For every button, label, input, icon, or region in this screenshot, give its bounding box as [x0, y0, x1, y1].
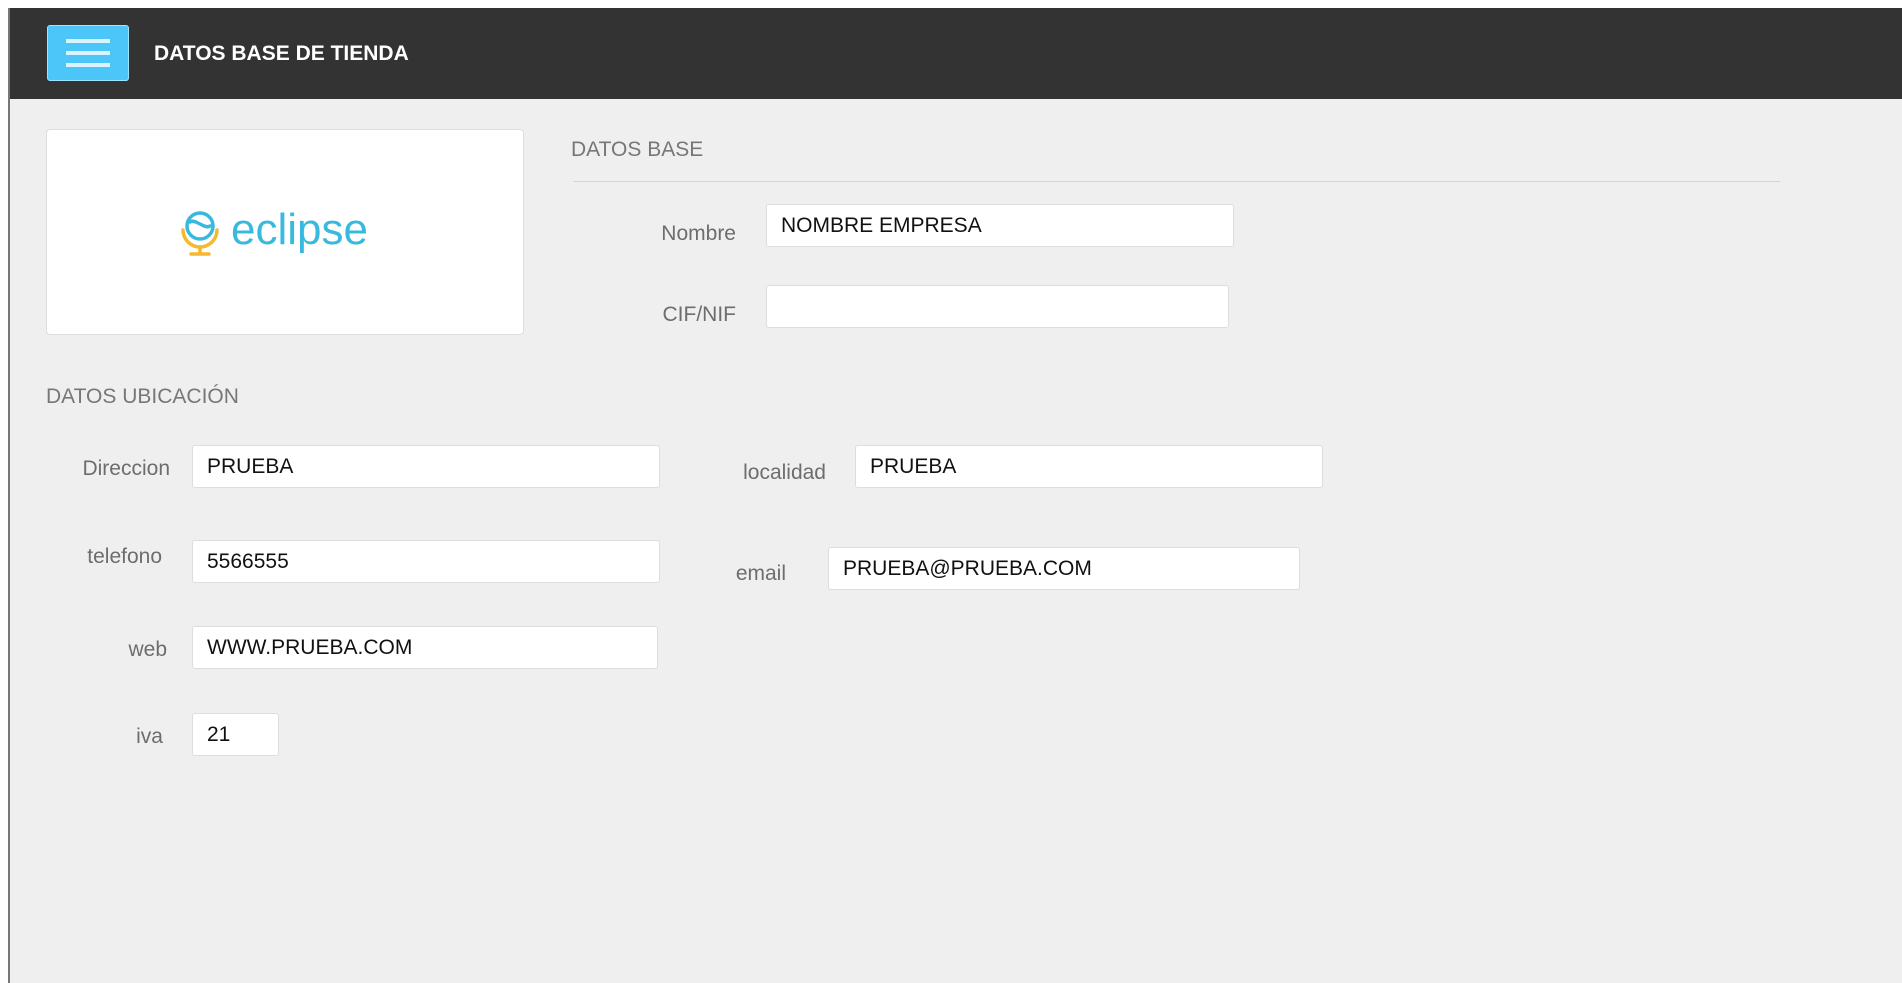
menu-bar-line: [66, 39, 110, 43]
company-logo: eclipse: [177, 200, 368, 260]
email-input[interactable]: [828, 547, 1300, 590]
web-label: web: [128, 638, 167, 661]
direccion-label: Direccion: [82, 457, 170, 480]
app-window: DATOS BASE DE TIENDA eclipse DATOS BASE …: [8, 8, 1902, 983]
top-bar: DATOS BASE DE TIENDA: [10, 8, 1902, 99]
nombre-label: Nombre: [661, 222, 736, 245]
web-input[interactable]: [192, 626, 658, 669]
iva-input[interactable]: [192, 713, 279, 756]
telefono-input[interactable]: [192, 540, 660, 583]
iva-label: iva: [136, 725, 163, 748]
localidad-input[interactable]: [855, 445, 1323, 488]
globe-icon: [181, 211, 219, 256]
section-divider: [573, 181, 1780, 182]
menu-bar-line: [66, 63, 110, 67]
telefono-label: telefono: [87, 545, 162, 568]
menu-bar-line: [66, 51, 110, 55]
email-label: email: [735, 562, 786, 585]
logo-text: eclipse: [231, 205, 368, 254]
hamburger-menu-icon[interactable]: [47, 25, 129, 81]
direccion-input[interactable]: [192, 445, 660, 488]
cif-nif-label: CIF/NIF: [662, 303, 737, 326]
cif-nif-input[interactable]: [766, 285, 1229, 328]
datos-ubicacion-title: DATOS UBICACIÓN: [46, 385, 239, 408]
logo-panel: eclipse: [46, 129, 524, 335]
localidad-label: localidad: [743, 461, 826, 484]
datos-base-title: DATOS BASE: [571, 138, 704, 161]
page-title: DATOS BASE DE TIENDA: [154, 42, 409, 65]
nombre-input[interactable]: [766, 204, 1234, 247]
